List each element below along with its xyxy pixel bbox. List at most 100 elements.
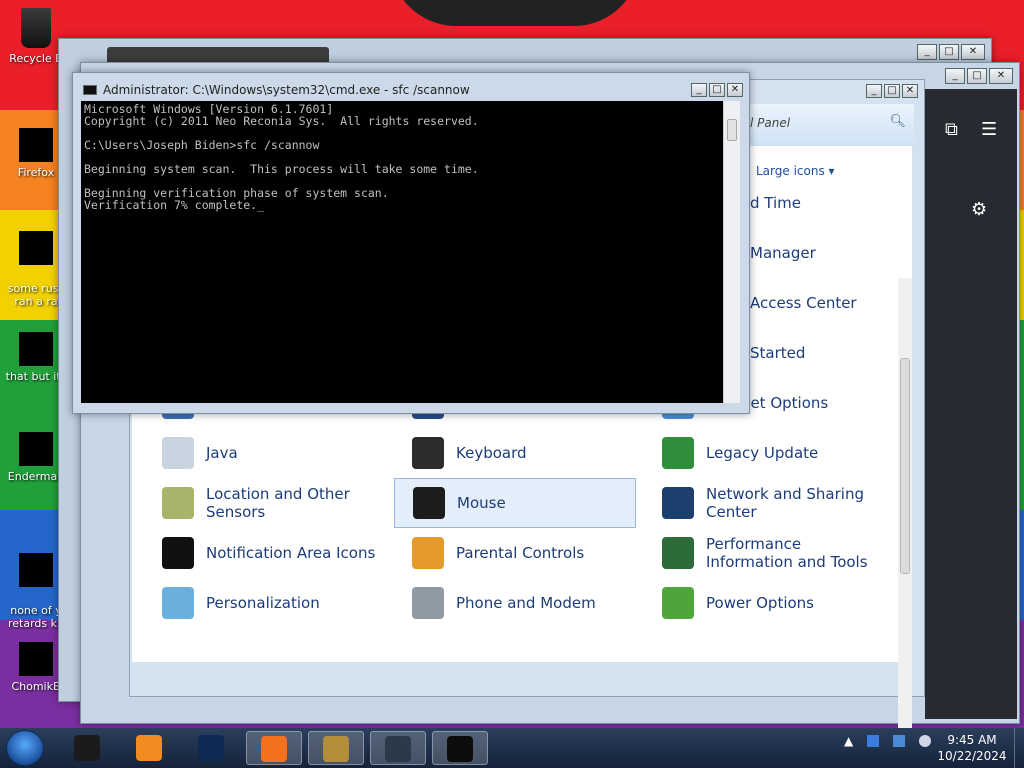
item-label: Location and Other Sensors [206, 485, 350, 521]
app-icon [19, 432, 53, 466]
item-label: Network and Sharing Center [706, 485, 864, 521]
item-label: Power Options [706, 594, 814, 612]
item-label: Performance Information and Tools [706, 535, 868, 571]
control-panel-item[interactable]: Location and Other Sensors [144, 478, 386, 528]
control-panel-item-icon [662, 537, 694, 569]
item-label: Started [750, 344, 806, 362]
firefox-icon [19, 128, 53, 162]
control-panel-item[interactable]: Legacy Update [644, 428, 886, 478]
clock-date: 10/22/2024 [937, 749, 1007, 763]
clock[interactable]: 9:45 AM 10/22/2024 [930, 732, 1014, 764]
item-label: Phone and Modem [456, 594, 596, 612]
list-item[interactable]: Manager [750, 228, 992, 278]
control-panel-item-icon [412, 537, 444, 569]
control-panel-item[interactable]: Personalization [144, 578, 386, 628]
window-controls: _ □ ✕ [917, 44, 985, 60]
minimize-button[interactable]: _ [945, 68, 965, 84]
control-panel-item[interactable]: Parental Controls [394, 528, 636, 578]
window-controls: _ □ ✕ [866, 84, 918, 98]
folder-icon [19, 332, 53, 366]
control-panel-item[interactable]: Network and Sharing Center [644, 478, 886, 528]
item-label: Access Center [750, 294, 857, 312]
list-item[interactable]: d Time [750, 178, 992, 228]
window-controls: _ □ ✕ [945, 68, 1013, 84]
menu-icon[interactable]: ☰ [981, 119, 997, 140]
control-panel-item-icon [162, 587, 194, 619]
taskbar-button-media-player[interactable] [122, 731, 178, 765]
firefox-icon [261, 736, 287, 762]
maximize-button[interactable]: □ [884, 84, 900, 98]
control-panel-item[interactable]: Keyboard [394, 428, 636, 478]
control-panel-item[interactable]: Phone and Modem [394, 578, 636, 628]
wallpaper-shape [390, 0, 640, 26]
control-panel-item-icon [162, 437, 194, 469]
control-panel-item[interactable]: Notification Area Icons [144, 528, 386, 578]
taskbar-button-firefox[interactable] [246, 731, 302, 765]
start-button[interactable] [6, 730, 44, 766]
maximize-button[interactable]: □ [967, 68, 987, 84]
control-panel-item-icon [162, 537, 194, 569]
minimize-button[interactable]: _ [866, 84, 882, 98]
taskbar-button-cmd[interactable] [432, 731, 488, 765]
item-label: Personalization [206, 594, 320, 612]
tray-expand-icon[interactable]: ▲ [844, 734, 853, 748]
control-panel-item[interactable]: Power Options [644, 578, 886, 628]
item-label: Mouse [457, 494, 506, 512]
list-item[interactable]: Access Center [750, 278, 992, 328]
hamster-icon [19, 642, 53, 676]
address-path: l Panel [750, 116, 791, 130]
taskbar-button-app6[interactable] [370, 731, 426, 765]
box-icon [323, 736, 349, 762]
app1-icon [74, 735, 100, 761]
show-desktop-button[interactable] [1014, 728, 1024, 768]
cmd-window[interactable]: Administrator: C:\Windows\system32\cmd.e… [72, 72, 750, 414]
close-button[interactable]: ✕ [902, 84, 918, 98]
control-panel-item[interactable]: Java [144, 428, 386, 478]
tray-app-icon[interactable] [867, 735, 880, 747]
close-button[interactable]: ✕ [727, 83, 743, 97]
search-icon[interactable]: 🔍︎ [889, 114, 906, 129]
item-label: Legacy Update [706, 444, 819, 462]
item-label: Keyboard [456, 444, 527, 462]
console-output[interactable]: Microsoft Windows [Version 6.1.7601] Cop… [81, 101, 723, 403]
taskbar: ▲ 9:45 AM 10/22/2024 [0, 728, 1024, 768]
control-panel-item-icon [662, 487, 694, 519]
scrollbar-thumb[interactable] [900, 358, 910, 574]
window-title-text: Administrator: C:\Windows\system32\cmd.e… [103, 83, 470, 97]
maximize-button[interactable]: □ [939, 44, 959, 60]
close-button[interactable]: ✕ [989, 68, 1013, 84]
view-by-dropdown[interactable]: Large icons ▾ [756, 164, 835, 178]
app6-icon [385, 736, 411, 762]
control-panel-item[interactable]: Performance Information and Tools [644, 528, 886, 578]
control-panel-item-icon [662, 437, 694, 469]
taskbar-button-app3[interactable] [184, 731, 240, 765]
document-icon [19, 553, 53, 587]
scrollbar[interactable] [723, 101, 740, 403]
minimize-button[interactable]: _ [691, 83, 707, 97]
item-label: Manager [750, 244, 816, 262]
item-label: Notification Area Icons [206, 544, 376, 562]
volume-icon[interactable] [918, 735, 931, 747]
maximize-button[interactable]: □ [709, 83, 725, 97]
clock-time: 9:45 AM [947, 733, 997, 747]
network-icon[interactable] [892, 735, 905, 747]
extensions-icon[interactable]: ⧉ [945, 119, 958, 140]
item-label: d Time [750, 194, 801, 212]
control-panel-item-icon [662, 587, 694, 619]
cmd-icon [83, 85, 97, 95]
taskbar-button-box[interactable] [308, 731, 364, 765]
control-panel-item-icon [412, 437, 444, 469]
cmd-icon [447, 736, 473, 762]
item-label: Java [206, 444, 238, 462]
scrollbar-thumb[interactable] [727, 119, 737, 141]
control-panel-item[interactable]: Mouse [394, 478, 636, 528]
scrollbar[interactable] [898, 278, 912, 730]
window-controls: _ □ ✕ [691, 83, 743, 97]
control-panel-item-icon [162, 487, 194, 519]
media-player-icon [136, 735, 162, 761]
taskbar-button-app1[interactable] [60, 731, 116, 765]
list-item[interactable]: Started [750, 328, 992, 378]
close-button[interactable]: ✕ [961, 44, 985, 60]
minimize-button[interactable]: _ [917, 44, 937, 60]
item-label: Parental Controls [456, 544, 585, 562]
